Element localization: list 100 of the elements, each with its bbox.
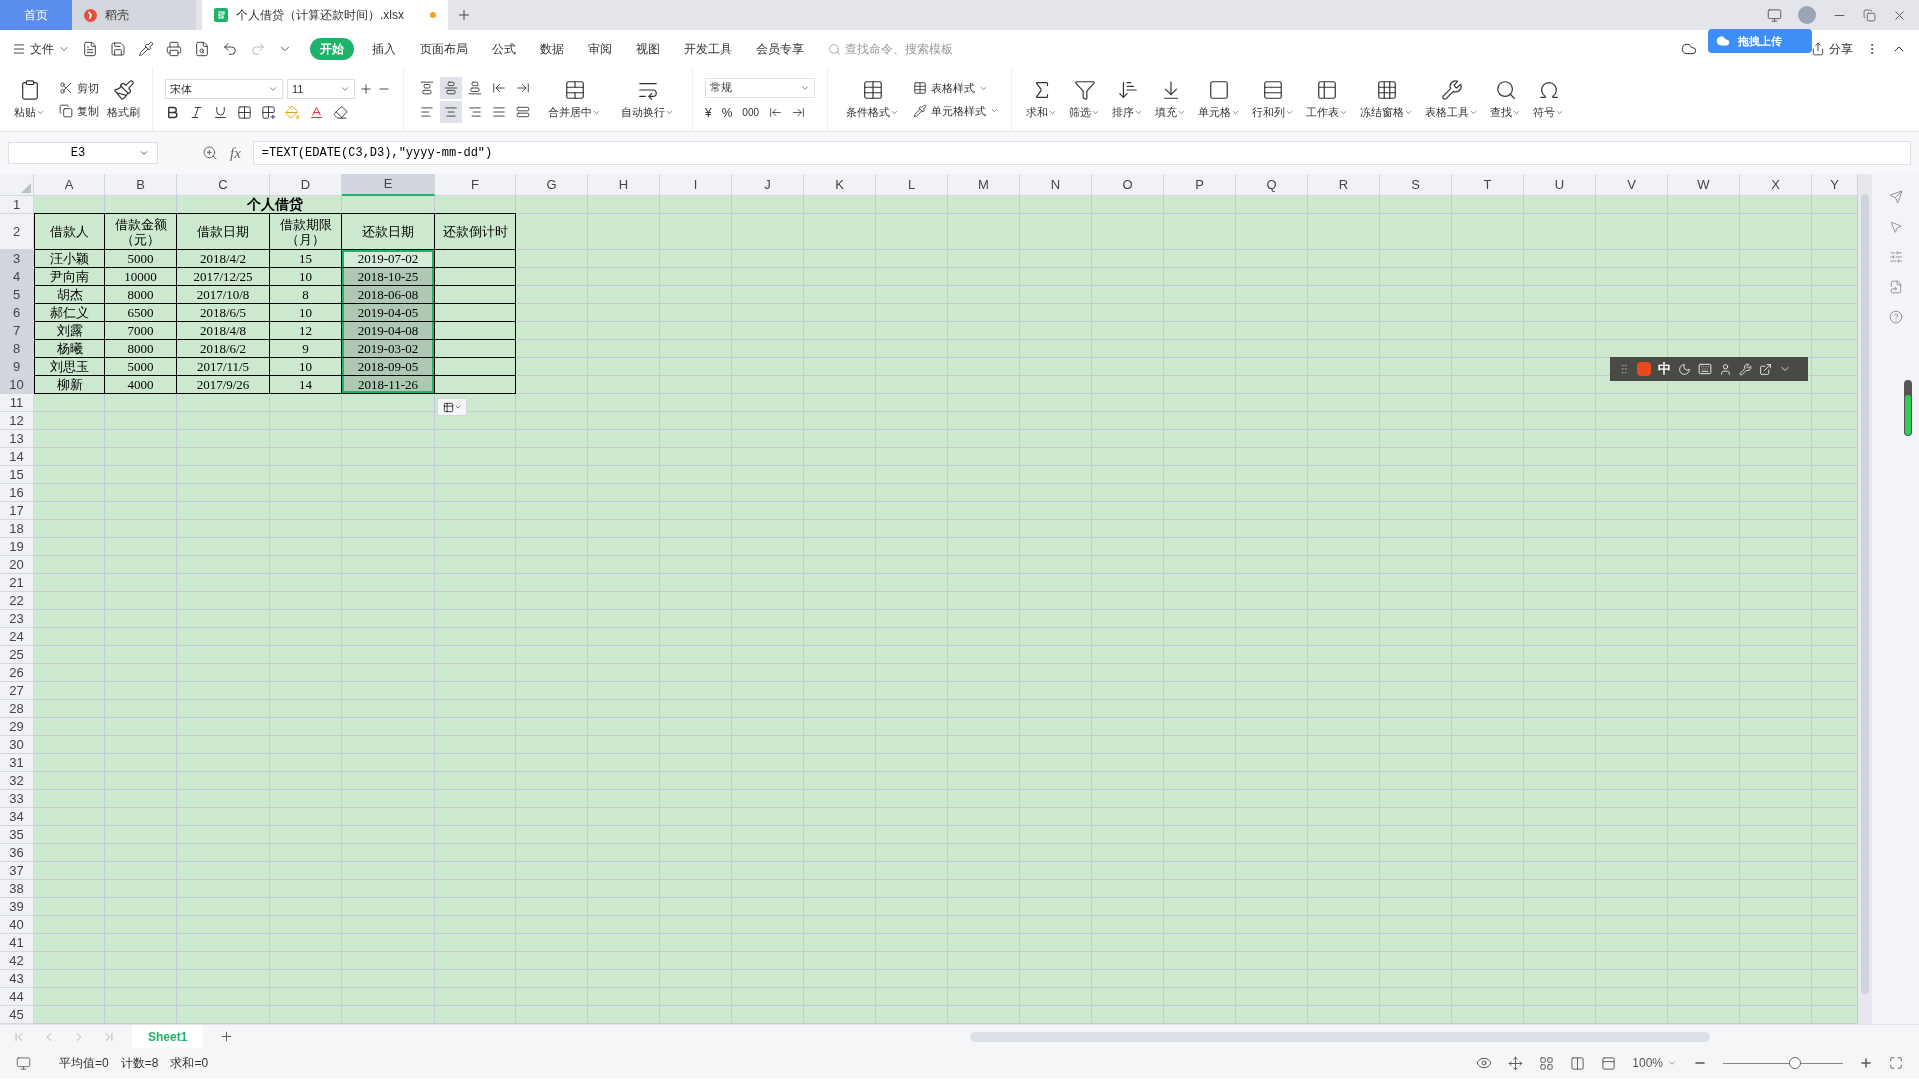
send-icon[interactable] (1888, 190, 1903, 204)
conditional-format-button[interactable]: 条件格式 (840, 78, 905, 121)
row-header[interactable]: 23 (0, 610, 34, 628)
row-header[interactable]: 45 (0, 1006, 34, 1024)
row-header[interactable]: 11 (0, 394, 34, 412)
row-header[interactable]: 6 (0, 304, 34, 322)
grip-icon[interactable] (1618, 363, 1630, 375)
tool-button[interactable]: 行和列 (1246, 78, 1300, 121)
zoom-slider[interactable] (1723, 1057, 1843, 1069)
row-header[interactable]: 38 (0, 880, 34, 898)
column-header[interactable]: R (1308, 174, 1380, 196)
paste-options-button[interactable] (437, 398, 467, 416)
screen-icon[interactable] (1767, 7, 1782, 23)
add-sheet-icon[interactable] (219, 1029, 235, 1044)
copy-button[interactable]: 复制 (59, 102, 99, 119)
underline-icon[interactable] (213, 105, 228, 120)
file-menu-label[interactable]: 文件 (30, 40, 54, 58)
row-header[interactable]: 33 (0, 790, 34, 808)
menu-tab[interactable]: 页面布局 (420, 40, 468, 58)
merge-center-button[interactable]: 合并居中 (542, 78, 607, 121)
bold-icon[interactable] (165, 105, 180, 120)
zoom-in-icon[interactable] (1859, 1056, 1873, 1070)
thousands-button[interactable]: 000 (742, 105, 760, 120)
row-header[interactable]: 18 (0, 520, 34, 538)
pointer-icon[interactable] (1888, 220, 1903, 234)
formula-field[interactable]: =TEXT(EDATE(C3,D3),"yyyy-mm-dd") (252, 141, 1911, 165)
file-link-icon[interactable] (1888, 280, 1903, 294)
table-style-button[interactable]: 表格样式 (913, 80, 999, 97)
wrap-text-button[interactable]: 自动换行 (615, 78, 680, 121)
cloud-icon[interactable] (1681, 41, 1697, 57)
cut-button[interactable]: 剪切 (59, 80, 99, 97)
column-header[interactable]: B (105, 174, 177, 196)
font-color-icon[interactable] (309, 105, 324, 120)
column-header[interactable]: U (1524, 174, 1596, 196)
percent-button[interactable]: % (721, 103, 733, 122)
column-header[interactable]: E (342, 174, 435, 196)
column-header[interactable]: O (1092, 174, 1164, 196)
row-header[interactable]: 32 (0, 772, 34, 790)
function-label[interactable]: fx (230, 141, 241, 165)
row-header[interactable]: 15 (0, 466, 34, 484)
paste-button[interactable]: 粘贴 (8, 78, 51, 121)
row-header[interactable]: 14 (0, 448, 34, 466)
row-header[interactable]: 22 (0, 592, 34, 610)
document-tab[interactable]: 稻壳 (72, 0, 196, 30)
menu-tab[interactable]: 数据 (540, 40, 564, 58)
align-center-button[interactable] (440, 100, 462, 123)
print-icon[interactable] (166, 41, 182, 57)
row-header[interactable]: 27 (0, 682, 34, 700)
menu-tab[interactable]: 插入 (372, 40, 396, 58)
tool-button[interactable]: 符号 (1527, 78, 1570, 121)
row-header[interactable]: 31 (0, 754, 34, 772)
restore-icon[interactable] (1863, 8, 1876, 22)
row-header[interactable]: 5 (0, 286, 34, 304)
tool-button[interactable]: 单元格 (1192, 78, 1246, 121)
user-icon[interactable] (1719, 362, 1732, 376)
row-header[interactable]: 34 (0, 808, 34, 826)
row-header[interactable]: 9 (0, 358, 34, 376)
border-icon[interactable] (237, 105, 252, 120)
row-header[interactable]: 35 (0, 826, 34, 844)
help-icon[interactable] (1888, 310, 1903, 324)
undo-icon[interactable] (222, 41, 238, 57)
row-header[interactable]: 43 (0, 970, 34, 988)
menu-tab[interactable]: 视图 (636, 40, 660, 58)
column-header[interactable]: P (1164, 174, 1236, 196)
row-header[interactable]: 40 (0, 916, 34, 934)
cell-style-button[interactable]: 单元格样式 (913, 102, 999, 119)
row-header[interactable]: 26 (0, 664, 34, 682)
tool-button[interactable]: 查找 (1484, 78, 1527, 121)
new-file-icon[interactable] (82, 41, 98, 57)
share-button[interactable]: 分享 (1829, 40, 1853, 58)
page-break-icon[interactable] (1601, 1055, 1617, 1071)
font-name-field[interactable]: 宋体 (165, 79, 283, 99)
format-painter-button[interactable]: 格式刷 (107, 78, 140, 121)
fill-color-icon[interactable] (285, 105, 300, 120)
row-header[interactable]: 29 (0, 718, 34, 736)
ime-mode[interactable]: 中 (1658, 359, 1671, 379)
row-header[interactable]: 13 (0, 430, 34, 448)
row-header[interactable]: 30 (0, 736, 34, 754)
tool-button[interactable]: 排序 (1106, 78, 1149, 121)
sliders-icon[interactable] (1888, 250, 1903, 264)
column-header[interactable]: V (1596, 174, 1668, 196)
column-header[interactable]: Q (1236, 174, 1308, 196)
column-header[interactable]: L (876, 174, 948, 196)
row-header[interactable]: 10 (0, 376, 34, 394)
column-header[interactable]: J (732, 174, 804, 196)
keyboard-icon[interactable] (1698, 362, 1712, 376)
status-monitor-icon[interactable] (16, 1055, 31, 1071)
row-header[interactable]: 28 (0, 700, 34, 718)
grow-font-icon[interactable] (359, 82, 373, 96)
row-header[interactable]: 41 (0, 934, 34, 952)
row-header[interactable]: 39 (0, 898, 34, 916)
zoom-formula-icon[interactable] (202, 145, 218, 161)
command-search-field[interactable]: 查找命令、搜索模板 (845, 40, 975, 58)
zoom-level[interactable]: 100% (1632, 1054, 1677, 1072)
tool-button[interactable]: 冻结窗格 (1354, 78, 1419, 121)
align-middle-button[interactable] (440, 76, 462, 99)
tool-button[interactable]: 工作表 (1300, 78, 1354, 121)
row-header[interactable]: 8 (0, 340, 34, 358)
row-header[interactable]: 24 (0, 628, 34, 646)
currency-button[interactable]: ¥ (705, 103, 712, 122)
